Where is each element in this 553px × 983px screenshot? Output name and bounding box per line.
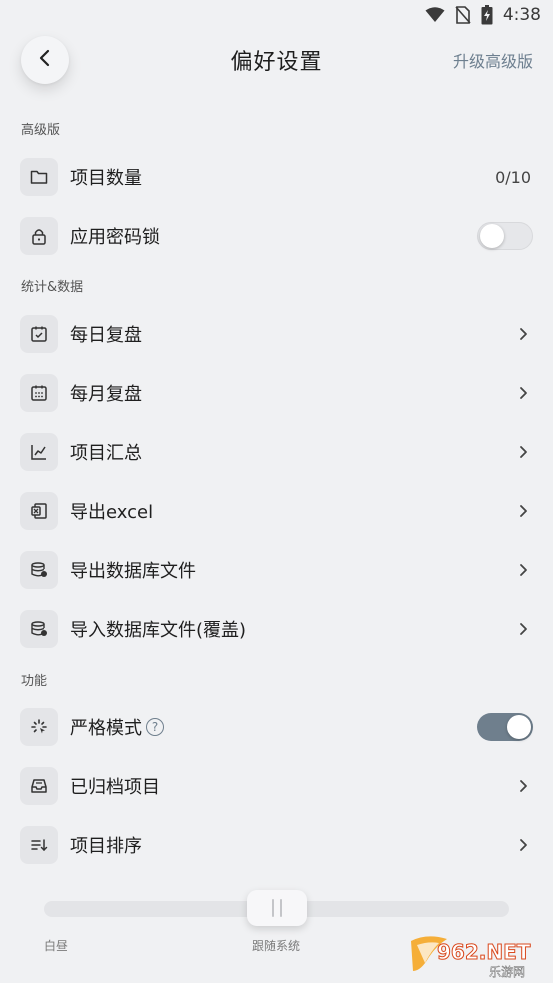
chevron-right-icon [517, 563, 529, 577]
row-export-excel[interactable]: 导出excel [20, 491, 533, 531]
sort-icon [20, 826, 58, 864]
row-strict-mode[interactable]: 严格模式 ? [20, 707, 533, 747]
watermark-logo: 962.NET 乐游网 [407, 931, 547, 979]
database-import-icon [20, 610, 58, 648]
row-project-summary[interactable]: 项目汇总 [20, 432, 533, 472]
folder-icon [20, 158, 58, 196]
lock-icon [20, 217, 58, 255]
row-import-db[interactable]: 导入数据库文件(覆盖) [20, 609, 533, 649]
chevron-right-icon [517, 622, 529, 636]
row-label: 已归档项目 [70, 777, 160, 798]
toggle-knob [480, 224, 504, 248]
row-label: 导入数据库文件(覆盖) [70, 620, 247, 641]
no-sim-icon [455, 6, 471, 24]
grip-line [280, 899, 282, 917]
strict-mode-toggle[interactable] [477, 713, 533, 741]
battery-charging-icon [481, 5, 493, 25]
row-label: 严格模式 [70, 718, 142, 739]
row-label: 每日复盘 [70, 325, 142, 346]
chevron-right-icon [517, 327, 529, 341]
chevron-right-icon [517, 779, 529, 793]
calendar-check-icon [20, 315, 58, 353]
section-title-features: 功能 [21, 674, 48, 689]
theme-slider-thumb[interactable] [247, 890, 307, 926]
line-chart-icon [20, 433, 58, 471]
row-daily-review[interactable]: 每日复盘 [20, 314, 533, 354]
row-label: 导出数据库文件 [70, 561, 196, 582]
help-icon[interactable]: ? [146, 718, 164, 736]
database-export-icon [20, 551, 58, 589]
row-label: 项目汇总 [70, 443, 142, 464]
row-label: 导出excel [70, 502, 154, 523]
row-export-db[interactable]: 导出数据库文件 [20, 550, 533, 590]
svg-text:962.NET: 962.NET [437, 940, 531, 964]
row-monthly-review[interactable]: 每月复盘 [20, 373, 533, 413]
upgrade-link[interactable]: 升级高级版 [453, 48, 533, 72]
wifi-icon [425, 7, 445, 23]
section-title-premium: 高级版 [21, 123, 61, 138]
row-label: 项目排序 [70, 836, 142, 857]
row-app-lock[interactable]: 应用密码锁 [20, 216, 533, 256]
status-time: 4:38 [502, 5, 541, 25]
theme-label-day: 白昼 [44, 939, 69, 953]
chevron-right-icon [517, 504, 529, 518]
row-label: 应用密码锁 [70, 227, 160, 248]
loader-icon [20, 708, 58, 746]
row-label: 项目数量 [70, 168, 142, 189]
row-project-sort[interactable]: 项目排序 [20, 825, 533, 865]
calendar-grid-icon [20, 374, 58, 412]
row-label: 每月复盘 [70, 384, 142, 405]
project-count-value: 0/10 [495, 167, 531, 187]
row-archived-projects[interactable]: 已归档项目 [20, 766, 533, 806]
chevron-right-icon [517, 838, 529, 852]
toggle-knob [507, 715, 531, 739]
row-project-count[interactable]: 项目数量 0/10 [20, 157, 533, 197]
header: 偏好设置 升级高级版 [0, 30, 553, 90]
chevron-right-icon [517, 445, 529, 459]
status-bar: 4:38 [0, 0, 553, 30]
app-lock-toggle[interactable] [477, 222, 533, 250]
grip-line [272, 899, 274, 917]
theme-label-system: 跟随系统 [252, 939, 301, 953]
svg-text:乐游网: 乐游网 [489, 965, 525, 979]
chevron-right-icon [517, 386, 529, 400]
archive-icon [20, 767, 58, 805]
section-title-stats: 统计&数据 [21, 280, 84, 295]
excel-icon [20, 492, 58, 530]
